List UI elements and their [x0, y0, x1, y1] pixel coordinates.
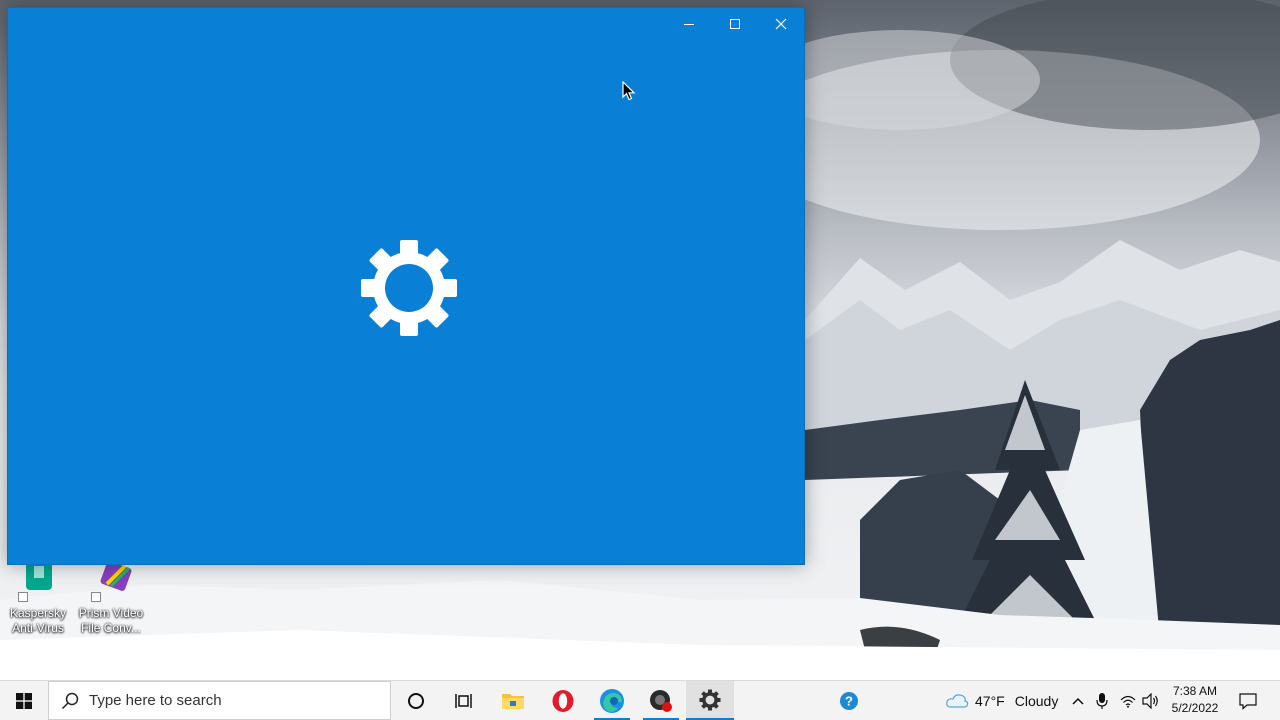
taskbar-help-button[interactable]: ?	[836, 681, 862, 720]
maximize-icon	[730, 19, 740, 29]
speaker-icon	[1142, 692, 1158, 709]
shortcut-arrow-icon	[18, 592, 28, 602]
clock[interactable]: 7:38 AM 5/2/2022	[1165, 683, 1225, 717]
desktop-icon-prism[interactable]: Prism Video File Conv...	[73, 560, 149, 636]
search-icon	[61, 692, 79, 709]
start-button[interactable]	[0, 681, 48, 720]
desktop-icon-label-line1: Kaspersky	[9, 606, 67, 620]
taskbar: Type here to search ? 47°F Cloudy 7:38 A…	[0, 680, 1280, 720]
minimize-button[interactable]	[666, 8, 712, 40]
desktop-icon-label-line2: Anti-Virus	[12, 621, 64, 635]
taskbar-search-input[interactable]: Type here to search	[48, 681, 391, 720]
taskbar-settings-button[interactable]	[686, 681, 734, 720]
clock-date: 5/2/2022	[1171, 701, 1219, 715]
settings-window[interactable]	[7, 7, 805, 565]
action-center-button[interactable]	[1235, 681, 1261, 720]
minimize-icon	[684, 24, 694, 25]
gear-icon	[699, 688, 721, 711]
notification-icon	[1239, 692, 1257, 710]
taskbar-edge-button[interactable]	[588, 681, 636, 720]
close-icon	[775, 18, 787, 30]
svg-text:?: ?	[845, 693, 853, 708]
taskbar-file-explorer-button[interactable]	[489, 681, 537, 720]
clock-time: 7:38 AM	[1172, 684, 1218, 698]
windows-logo-icon	[16, 692, 32, 709]
mouse-cursor-icon	[622, 81, 636, 101]
weather-condition: Cloudy	[1014, 692, 1059, 709]
weather-widget[interactable]: 47°F Cloudy	[945, 681, 1058, 720]
microphone-button[interactable]	[1090, 681, 1114, 720]
wifi-icon	[1120, 695, 1136, 708]
show-hidden-icons-button[interactable]	[1066, 681, 1090, 720]
cloud-icon	[946, 693, 969, 708]
folder-icon	[502, 693, 524, 709]
desktop: Kaspersky Anti-Virus Prism Video File Co…	[0, 0, 1280, 680]
desktop-icon-label-line2: File Conv...	[81, 621, 141, 635]
shortcut-arrow-icon	[91, 592, 101, 602]
taskbar-cortana-button[interactable]	[392, 681, 440, 720]
recorder-icon	[650, 689, 672, 712]
maximize-button[interactable]	[712, 8, 758, 40]
desktop-icon-label-line1: Prism Video	[78, 606, 144, 620]
volume-button[interactable]	[1139, 681, 1163, 720]
desktop-icon-kaspersky[interactable]: Kaspersky Anti-Virus	[0, 560, 76, 636]
chevron-up-icon	[1072, 697, 1084, 705]
help-icon: ?	[840, 691, 858, 710]
microphone-icon	[1096, 692, 1108, 709]
weather-temperature: 47°F	[975, 692, 1005, 709]
taskbar-opera-button[interactable]	[539, 681, 587, 720]
taskbar-recorder-button[interactable]	[637, 681, 685, 720]
task-view-icon	[455, 693, 472, 708]
close-button[interactable]	[758, 8, 804, 40]
opera-icon	[552, 689, 574, 712]
cortana-circle-icon	[408, 692, 424, 709]
network-button[interactable]	[1116, 681, 1140, 720]
taskbar-task-view-button[interactable]	[440, 681, 488, 720]
gear-icon	[361, 240, 457, 336]
edge-icon	[600, 688, 624, 713]
search-placeholder: Type here to search	[89, 692, 222, 709]
